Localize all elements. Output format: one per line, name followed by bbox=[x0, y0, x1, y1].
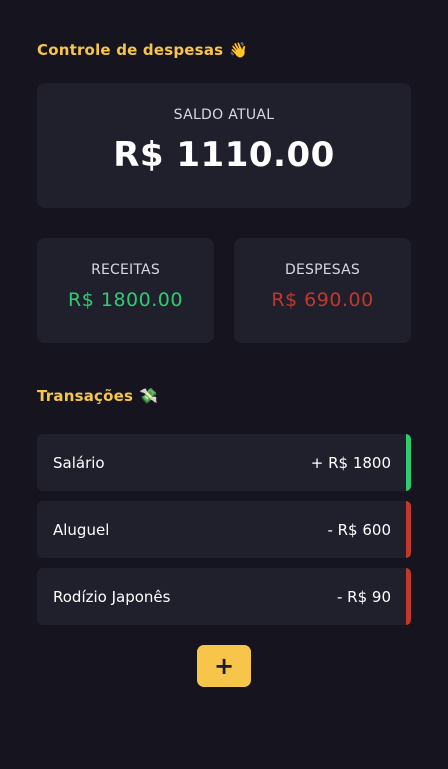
transaction-amount: - R$ 90 bbox=[336, 587, 391, 606]
app-title: Controle de despesas 👋 bbox=[37, 38, 248, 62]
transaction-type-indicator bbox=[406, 568, 411, 625]
transaction-type-indicator bbox=[406, 501, 411, 558]
transaction-item[interactable]: Rodízio Japonês - R$ 90 bbox=[37, 568, 411, 625]
add-transaction-button[interactable]: + bbox=[197, 645, 251, 687]
transaction-type-indicator bbox=[406, 434, 411, 491]
income-card: RECEITAS R$ 1800.00 bbox=[37, 238, 214, 343]
transaction-amount: + R$ 1800 bbox=[310, 453, 391, 472]
balance-card: SALDO ATUAL R$ 1110.00 bbox=[37, 83, 411, 208]
expense-value: R$ 690.00 bbox=[271, 289, 374, 311]
transaction-item[interactable]: Aluguel - R$ 600 bbox=[37, 501, 411, 558]
transaction-name: Rodízio Japonês bbox=[53, 587, 171, 606]
transaction-list: Salário + R$ 1800 Aluguel - R$ 600 Rodíz… bbox=[37, 434, 411, 635]
money-with-wings-icon: 💸 bbox=[139, 386, 159, 405]
transaction-amount: - R$ 600 bbox=[327, 520, 391, 539]
transaction-name: Salário bbox=[53, 453, 105, 472]
income-label: RECEITAS bbox=[91, 262, 160, 278]
transactions-title: Transações 💸 bbox=[37, 384, 158, 408]
waving-hand-icon: 👋 bbox=[229, 40, 249, 59]
expense-card: DESPESAS R$ 690.00 bbox=[234, 238, 411, 343]
expense-label: DESPESAS bbox=[284, 262, 360, 278]
transaction-name: Aluguel bbox=[53, 520, 110, 539]
transaction-item[interactable]: Salário + R$ 1800 bbox=[37, 434, 411, 491]
balance-label: SALDO ATUAL bbox=[173, 107, 275, 123]
balance-value: R$ 1110.00 bbox=[113, 135, 335, 175]
income-value: R$ 1800.00 bbox=[68, 289, 183, 311]
transactions-title-text: Transações bbox=[37, 387, 134, 405]
app-title-text: Controle de despesas bbox=[37, 41, 224, 59]
